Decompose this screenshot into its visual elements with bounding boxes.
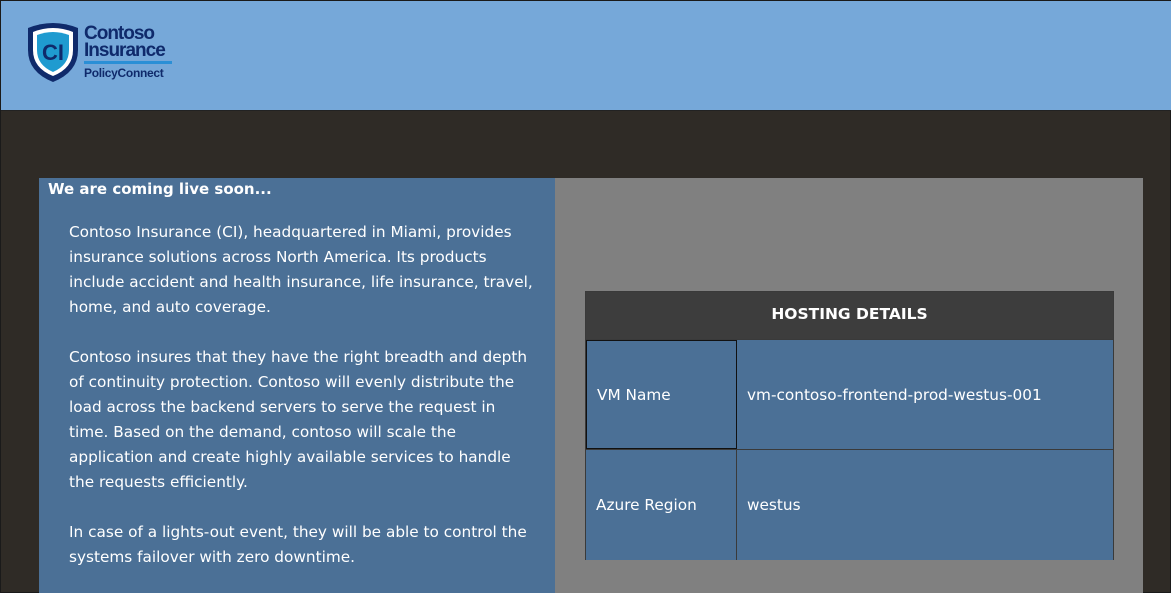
- shield-logo-icon: CI: [28, 23, 78, 82]
- intro-paragraphs: Contoso Insurance (CI), headquartered in…: [69, 220, 539, 593]
- main-content: We are coming live soon... Contoso Insur…: [39, 178, 1143, 593]
- azure-region-value: westus: [747, 496, 801, 514]
- logo-wordmark: Contoso Insurance: [84, 24, 166, 61]
- svg-text:CI: CI: [42, 40, 64, 65]
- intro-paragraph-1: Contoso Insurance (CI), headquartered in…: [69, 223, 533, 316]
- azure-region-label: Azure Region: [586, 450, 737, 560]
- hosting-details-table: HOSTING DETAILS VM Name vm-contoso-front…: [585, 291, 1114, 560]
- hosting-row-azure-region: Azure Region westus: [586, 449, 1113, 560]
- logo-underline: [84, 61, 172, 64]
- hosting-details-title: HOSTING DETAILS: [586, 292, 1113, 339]
- vm-name-label: VM Name: [586, 340, 737, 449]
- logo-line-2: Insurance: [84, 40, 166, 61]
- intro-paragraph-3: In case of a lights-out event, they will…: [69, 523, 527, 566]
- site-header: CI Contoso Insurance PolicyConnect: [1, 1, 1171, 111]
- vm-name-value: vm-contoso-frontend-prod-westus-001: [747, 385, 1042, 404]
- contoso-logo[interactable]: CI Contoso Insurance PolicyConnect: [24, 20, 174, 86]
- logo-tagline: PolicyConnect: [84, 66, 164, 80]
- intro-paragraph-2: Contoso insures that they have the right…: [69, 348, 528, 491]
- intro-panel: We are coming live soon... Contoso Insur…: [39, 178, 555, 593]
- intro-title: We are coming live soon...: [48, 180, 272, 198]
- hosting-row-vm-name: VM Name vm-contoso-frontend-prod-westus-…: [586, 339, 1113, 449]
